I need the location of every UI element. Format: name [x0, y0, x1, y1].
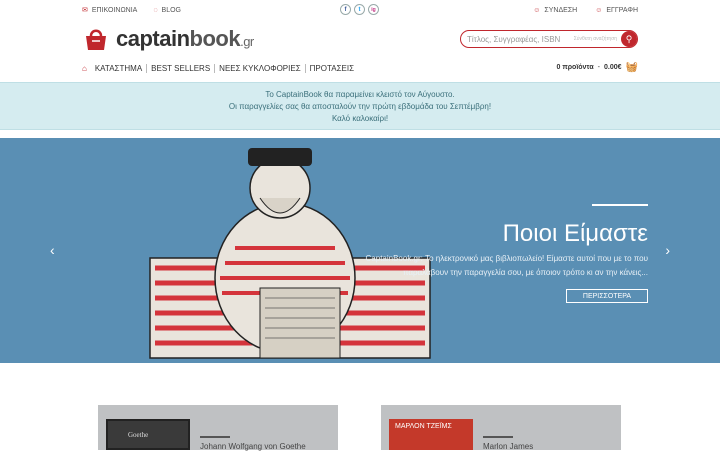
cover-text: Goethe: [128, 431, 149, 439]
more-button[interactable]: ΠΕΡΙΣΣΟΤΕΡΑ: [566, 289, 648, 303]
login-label: ΣΥΝΔΕΣΗ: [544, 6, 578, 14]
top-links: ✉ ΕΠΙΚΟΙΝΩΝΙΑ ◌ BLOG: [82, 6, 181, 15]
account-links: ☺ ΣΥΝΔΕΣΗ ☺ ΕΓΓΡΑΦΗ: [533, 7, 638, 14]
top-bar: ✉ ΕΠΙΚΟΙΝΩΝΙΑ ◌ BLOG f t ig ☺ ΣΥΝΔΕΣΗ ☺ …: [0, 0, 720, 20]
nav-item-best-sellers[interactable]: BEST SELLERS: [146, 63, 214, 73]
book-cover: ΜΑΡΛΟΝ ΤΖΕΪΜΣ: [389, 419, 473, 450]
featured-cards: Goethe Johann Wolfgang von Goethe ΜΑΡΛΟΝ…: [0, 405, 720, 451]
header: captainbook.gr Τίτλος, Συγγραφέας, ISBN …: [0, 20, 720, 58]
home-icon[interactable]: ⌂: [82, 64, 87, 73]
instagram-icon[interactable]: ig: [368, 4, 379, 15]
blog-label: BLOG: [161, 6, 181, 14]
hero-title: Ποιοι Είμαστε: [502, 220, 648, 247]
user-icon: ☺: [533, 6, 541, 14]
nav-item-recommendations[interactable]: ΠΡΟΤΑΣΕΙΣ: [304, 63, 358, 73]
login-link[interactable]: ☺ ΣΥΝΔΕΣΗ: [533, 7, 577, 14]
search-input[interactable]: Τίτλος, Συγγραφέας, ISBN: [467, 35, 574, 44]
logo-book: book: [189, 26, 241, 51]
card-divider: [200, 436, 230, 438]
slider-next-button[interactable]: ›: [665, 242, 670, 258]
book-card[interactable]: ΜΑΡΛΟΝ ΤΖΕΪΜΣ Marlon James: [381, 405, 621, 451]
social-links: f t ig: [340, 4, 379, 15]
advanced-search-link[interactable]: Σύνθετη αναζήτηση: [574, 36, 617, 42]
summer-notice: Το CaptainBook θα παραμείνει κλειστό τον…: [0, 82, 720, 130]
captain-illustration: [149, 148, 431, 359]
logo-text: captainbook.gr: [116, 26, 254, 52]
card-divider: [483, 436, 513, 438]
basket-icon: 🧺: [625, 62, 638, 73]
slider-prev-button[interactable]: ‹: [50, 242, 55, 258]
book-cover: Goethe: [106, 419, 190, 450]
search-box: Τίτλος, Συγγραφέας, ISBN Σύνθετη αναζήτη…: [460, 30, 638, 48]
facebook-icon[interactable]: f: [340, 4, 351, 15]
main-nav: ⌂ ΚΑΤΑΣΤΗΜΑ BEST SELLERS ΝΕΕΣ ΚΥΚΛΟΦΟΡΙΕ…: [0, 58, 720, 78]
user-add-icon: ☺: [595, 6, 603, 14]
notice-line-3: Καλό καλοκαίρι!: [331, 114, 389, 123]
chat-icon: ◌: [153, 6, 158, 14]
cart-count: 0 προϊόντα: [556, 64, 594, 71]
search-icon: ⚲: [625, 33, 633, 44]
notice-line-2: Οι παραγγελίες σας θα αποσταλούν την πρώ…: [228, 102, 492, 111]
logo-tld: .gr: [240, 34, 254, 49]
hero-slider: ‹ › Ποιοι Είμαστε CaptainBook.gr: Το ηλε…: [0, 138, 720, 363]
register-link[interactable]: ☺ ΕΓΓΡΑΦΗ: [595, 7, 638, 14]
nav-item-store[interactable]: ΚΑΤΑΣΤΗΜΑ: [91, 64, 146, 73]
hero-divider: [592, 204, 648, 206]
register-label: ΕΓΓΡΑΦΗ: [606, 6, 638, 14]
contact-link[interactable]: ✉ ΕΠΙΚΟΙΝΩΝΙΑ: [82, 6, 138, 15]
logo-captain: captain: [116, 26, 190, 51]
cart[interactable]: 0 προϊόντα - 0.00€ 🧺: [557, 62, 638, 73]
envelope-icon: ✉: [82, 7, 88, 14]
shopping-bag-logo-icon: [86, 29, 106, 50]
twitter-icon[interactable]: t: [354, 4, 365, 15]
hero-description: CaptainBook.gr: Το ηλεκτρονικό μας βιβλι…: [365, 254, 648, 277]
book-card[interactable]: Goethe Johann Wolfgang von Goethe: [98, 405, 338, 451]
blog-link[interactable]: ◌ BLOG: [153, 7, 181, 14]
cover-text: ΜΑΡΛΟΝ ΤΖΕΪΜΣ: [395, 423, 452, 430]
nav-item-new-releases[interactable]: ΝΕΕΣ ΚΥΚΛΟΦΟΡΙΕΣ: [214, 63, 304, 73]
contact-label: ΕΠΙΚΟΙΝΩΝΙΑ: [91, 6, 138, 14]
search-button[interactable]: ⚲: [621, 31, 637, 47]
logo[interactable]: captainbook.gr: [82, 26, 254, 52]
notice-line-1: Το CaptainBook θα παραμείνει κλειστό τον…: [265, 90, 455, 99]
cart-total: 0.00€: [604, 64, 622, 71]
